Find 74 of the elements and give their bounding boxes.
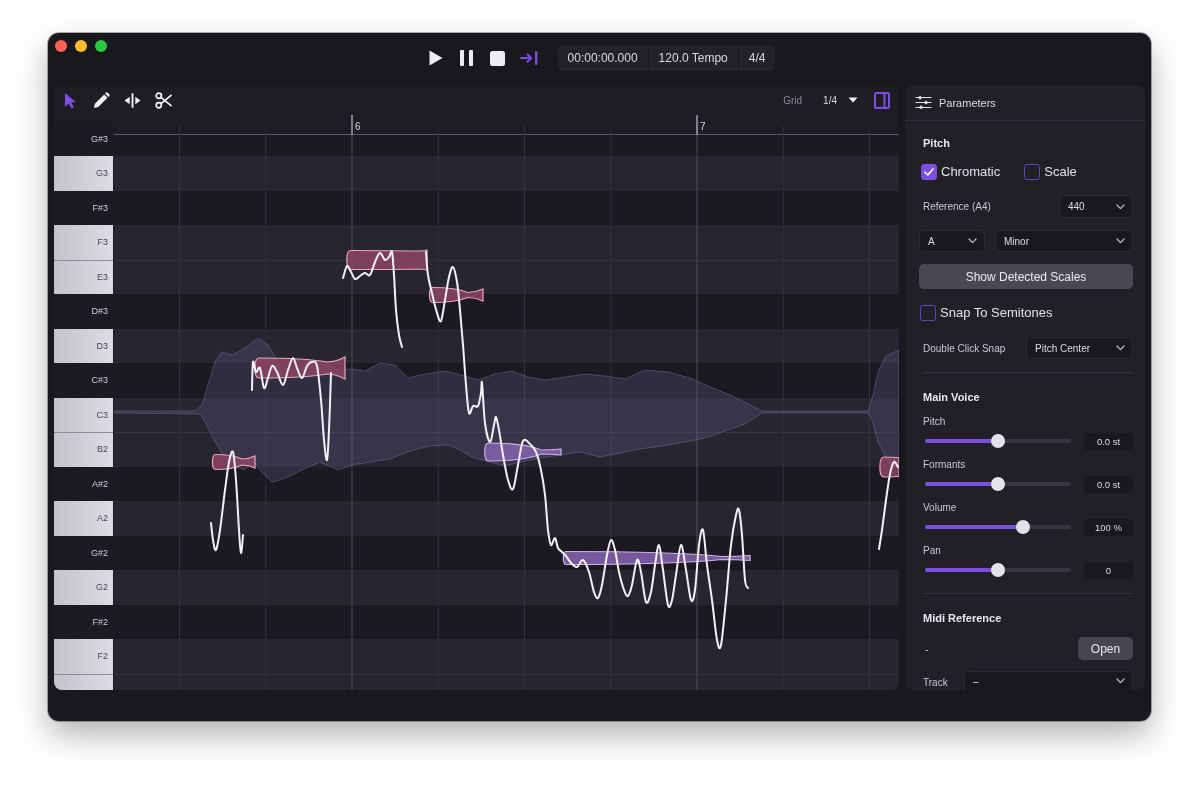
track-dropdown[interactable]: – [964, 671, 1133, 690]
slider-thumb[interactable] [991, 563, 1005, 577]
scale-dropdown[interactable]: Minor [995, 230, 1133, 252]
sliders-icon [915, 96, 932, 109]
arrow-to-line-icon [519, 51, 538, 65]
value-field[interactable]: 0.0 st [1084, 475, 1133, 493]
chevron-down-icon [1116, 678, 1125, 684]
piano-key[interactable]: G2 [54, 570, 113, 605]
field-label: Double Click Snap [922, 342, 1006, 354]
slider-track[interactable] [925, 520, 1071, 534]
checkmark-icon [924, 168, 934, 176]
field-label: Reference (A4) [922, 201, 991, 212]
checkbox-label[interactable]: Snap To Semitones [940, 305, 1053, 321]
value-field[interactable]: 0 [1084, 561, 1133, 579]
piano-key[interactable]: C3 [54, 397, 113, 432]
field-label: Track [922, 676, 948, 690]
piano-key[interactable]: G3 [54, 156, 113, 191]
show-detected-scales-button[interactable]: Show Detected Scales [919, 264, 1133, 289]
time-readout: 00:00:00.000 [566, 50, 639, 67]
section-heading: Pitch [922, 136, 951, 150]
zoom-button[interactable] [95, 40, 107, 52]
tempo-readout: 120.0 Tempo [647, 45, 738, 71]
slider-label: Formants [922, 459, 967, 471]
slider-label: Pitch [922, 416, 947, 428]
checkbox-label[interactable]: Chromatic [941, 164, 1001, 180]
piano-key[interactable]: E3 [54, 259, 113, 294]
piano-key[interactable]: F2 [54, 639, 113, 674]
chevron-down-icon [968, 238, 977, 244]
section-heading: Main Voice [922, 390, 981, 404]
value-field[interactable]: 100 % [1084, 518, 1133, 536]
checkbox-label[interactable]: Scale [1044, 164, 1077, 180]
panel-title: Parameters [939, 96, 996, 109]
close-button[interactable] [55, 40, 67, 52]
snap-mode-dropdown[interactable]: Pitch Center [1026, 337, 1133, 359]
slider-track[interactable] [925, 477, 1071, 491]
slider-track[interactable] [925, 563, 1071, 577]
file-name: - [924, 642, 929, 655]
sidebar-icon [873, 91, 890, 109]
chevron-down-icon [1116, 203, 1125, 210]
slider-thumb[interactable] [991, 434, 1005, 448]
piano-key[interactable]: F3 [54, 225, 113, 260]
bar-number: 6 [355, 121, 361, 132]
grid-dropdown[interactable]: 1/4 [823, 90, 858, 110]
stop-icon [490, 50, 506, 66]
checkbox[interactable] [921, 164, 937, 180]
reference-dropdown[interactable]: 440 [1059, 195, 1133, 218]
caret-down-icon [848, 97, 858, 103]
piano-key[interactable]: D3 [54, 328, 113, 363]
slider-label: Volume [922, 502, 958, 514]
key-dropdown[interactable]: A [919, 230, 985, 252]
value-field[interactable]: 0.0 st [1084, 432, 1133, 450]
grid-label: Grid [783, 94, 803, 106]
piano-key[interactable]: B2 [54, 432, 113, 467]
bar-number: 7 [700, 121, 706, 132]
checkbox[interactable] [1024, 164, 1041, 180]
slider-thumb[interactable] [1015, 520, 1030, 534]
time-signature-readout: 4/4 [737, 45, 776, 71]
minimize-button[interactable] [75, 40, 87, 52]
slider-label: Pan [922, 545, 942, 557]
panel-toggle-button[interactable] [873, 91, 890, 109]
piano-key[interactable]: A2 [54, 501, 113, 536]
scissors-icon [154, 91, 172, 109]
checkbox[interactable] [920, 305, 936, 321]
chevron-down-icon [1116, 238, 1125, 244]
split-icon [123, 92, 141, 108]
play-icon [428, 50, 443, 66]
open-button[interactable]: Open [1078, 637, 1133, 660]
pointer-icon [63, 91, 77, 109]
section-heading: Midi Reference [922, 611, 1003, 625]
slider-track[interactable] [925, 434, 1071, 448]
pause-icon [460, 50, 474, 66]
chevron-down-icon [1116, 345, 1125, 351]
slider-thumb[interactable] [991, 477, 1005, 491]
pencil-icon [92, 91, 110, 109]
